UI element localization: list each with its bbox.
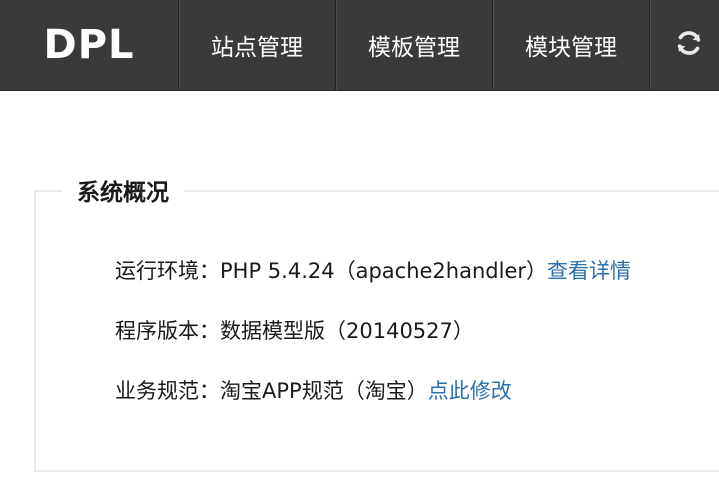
top-navigation-bar: DPL 站点管理 模板管理 模块管理 [0,0,719,91]
view-details-link[interactable]: 查看详情 [547,259,631,283]
refresh-button[interactable] [649,0,719,90]
business-spec-row: 业务规范：淘宝APP规范（淘宝）点此修改 [115,376,512,406]
runtime-env-row: 运行环境：PHP 5.4.24（apache2handler）查看详情 [115,256,631,286]
main-nav: 站点管理 模板管理 模块管理 [178,0,719,90]
refresh-icon [674,28,704,62]
row-value: 数据模型版（20140527） [220,319,474,343]
panel-title: 系统概况 [62,176,184,210]
row-value: PHP 5.4.24（apache2handler） [220,259,547,283]
nav-item-module-management[interactable]: 模块管理 [492,0,649,90]
modify-link[interactable]: 点此修改 [428,379,512,403]
dpl-logo[interactable]: DPL [0,0,178,90]
row-label: 程序版本： [115,319,220,343]
row-value: 淘宝APP规范（淘宝） [220,379,428,403]
nav-item-site-management[interactable]: 站点管理 [178,0,335,90]
nav-item-template-management[interactable]: 模板管理 [335,0,492,90]
row-label: 业务规范： [115,379,220,403]
row-label: 运行环境： [115,259,220,283]
program-version-row: 程序版本：数据模型版（20140527） [115,316,474,346]
